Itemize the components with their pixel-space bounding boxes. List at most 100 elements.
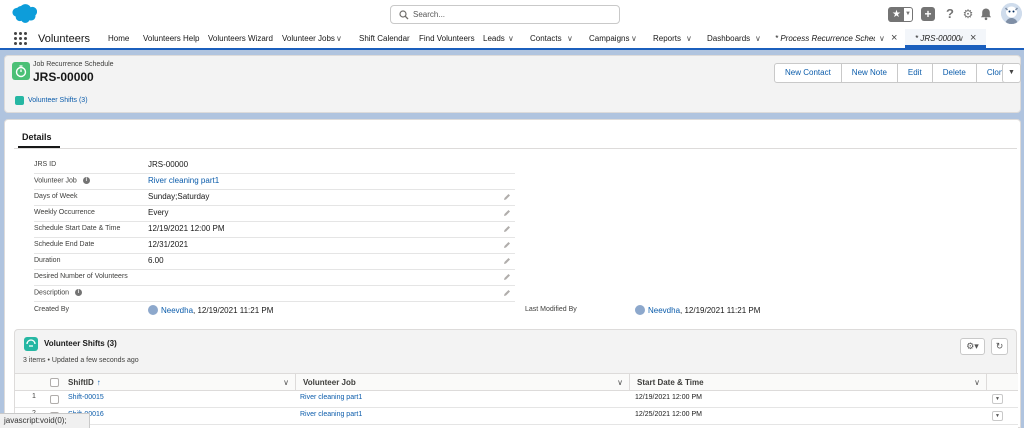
edit-pencil-icon[interactable] (503, 289, 511, 297)
shift-id-link[interactable]: Shift-00015 (68, 394, 104, 401)
chevron-down-icon[interactable]: ∨ (631, 29, 637, 48)
chevron-down-icon[interactable]: ∨ (617, 374, 623, 391)
column-label: Start Date & Time (637, 378, 704, 387)
more-actions-chevron-down-icon[interactable]: ▼ (1002, 63, 1021, 83)
volunteer-shift-icon (24, 337, 38, 351)
nav-item-campaigns[interactable]: Campaigns (589, 29, 629, 48)
refresh-icon[interactable]: ↻ (991, 338, 1008, 355)
related-list-title[interactable]: Volunteer Shifts (3) (44, 339, 117, 348)
field-jrs-id: JRS ID JRS-00000 (34, 158, 515, 174)
chevron-down-icon[interactable]: ∨ (686, 29, 692, 48)
field-value: Neevdha , 12/19/2021 11:21 PM (635, 305, 760, 315)
volunteer-shifts-link[interactable]: Volunteer Shifts (3) (28, 97, 88, 104)
edit-button[interactable]: Edit (896, 63, 933, 83)
chevron-down-icon[interactable]: ∨ (958, 29, 964, 48)
field-last-modified-by: Last Modified By Neevdha , 12/19/2021 11… (525, 303, 1006, 319)
field-label-text: Description (34, 289, 70, 297)
new-note-button[interactable]: New Note (840, 63, 898, 83)
user-avatar-icon (148, 305, 158, 315)
row-actions-chevron-down-icon[interactable]: ▼ (992, 394, 1003, 404)
edit-pencil-icon[interactable] (503, 241, 511, 249)
chevron-down-icon[interactable]: ∨ (508, 29, 514, 48)
modified-by-user-link[interactable]: Neevdha (648, 306, 680, 315)
close-icon[interactable]: × (891, 29, 897, 48)
table-row: 2 Shift-00016 River cleaning part1 12/25… (15, 408, 1018, 425)
volunteer-job-link[interactable]: River cleaning part1 (300, 411, 362, 418)
nav-item-volunteers-help[interactable]: Volunteers Help (143, 29, 199, 48)
volunteer-job-link[interactable]: River cleaning part1 (300, 394, 362, 401)
field-duration: Duration 6.00 (34, 254, 515, 270)
chevron-down-icon[interactable]: ∨ (336, 29, 342, 48)
chevron-down-icon[interactable]: ∨ (567, 29, 573, 48)
column-header-volunteer-job[interactable]: Volunteer Job ∨ (296, 374, 630, 391)
nav-item-volunteers-wizard[interactable]: Volunteers Wizard (208, 29, 273, 48)
user-avatar[interactable] (1001, 3, 1022, 24)
edit-pencil-icon[interactable] (503, 257, 511, 265)
close-icon[interactable]: × (970, 29, 976, 48)
volunteer-job-link[interactable]: River cleaning part1 (148, 176, 219, 185)
new-contact-button[interactable]: New Contact (774, 63, 842, 83)
gear-icon[interactable]: ⚙ (961, 7, 975, 21)
sort-arrow-up-icon[interactable]: ↑ (97, 378, 101, 387)
chevron-down-icon[interactable]: ∨ (755, 29, 761, 48)
info-icon[interactable]: i (75, 289, 83, 296)
chevron-down-icon[interactable]: ∨ (879, 29, 885, 48)
field-schedule-start: Schedule Start Date & Time 12/19/2021 12… (34, 222, 515, 238)
notification-bell-icon[interactable] (979, 7, 993, 21)
record-name: JRS-00000 (33, 70, 94, 84)
row-actions-chevron-down-icon[interactable]: ▼ (992, 411, 1003, 421)
row-number: 1 (32, 393, 36, 400)
column-header-shiftid[interactable]: ShiftID ↑ ∨ (61, 374, 296, 391)
field-value: 12/19/2021 12:00 PM (148, 224, 225, 233)
info-icon[interactable]: i (82, 177, 90, 184)
edit-pencil-icon[interactable] (503, 193, 511, 201)
edit-pencil-icon[interactable] (503, 225, 511, 233)
nav-item-find-volunteers[interactable]: Find Volunteers (419, 29, 475, 48)
row-checkbox[interactable] (50, 395, 59, 404)
field-days-of-week: Days of Week Sunday;Saturday (34, 190, 515, 206)
chevron-down-icon[interactable]: ▼ (904, 8, 912, 21)
nav-item-reports[interactable]: Reports (653, 29, 681, 48)
related-list-quick-link[interactable]: Volunteer Shifts (3) (15, 96, 88, 105)
salesforce-cloud-icon[interactable] (10, 4, 37, 24)
astro-avatar-icon (1001, 3, 1022, 24)
nav-item-leads[interactable]: Leads (483, 29, 505, 48)
field-label: Schedule End Date (34, 241, 95, 248)
global-search[interactable] (390, 5, 620, 24)
tab-jrs-00000-label[interactable]: * JRS-00000 (915, 29, 960, 48)
chevron-down-icon[interactable]: ∨ (974, 374, 980, 391)
created-by-date: , 12/19/2021 11:21 PM (193, 305, 274, 315)
search-input[interactable] (413, 7, 613, 22)
field-label: Volunteer Job i (34, 177, 90, 184)
related-list-subtitle: 3 items • Updated a few seconds ago (23, 357, 139, 364)
shifts-table: ShiftID ↑ ∨ Volunteer Job ∨ Start Date & … (15, 373, 1018, 428)
field-label: JRS ID (34, 161, 57, 168)
delete-button[interactable]: Delete (931, 63, 977, 83)
field-label: Days of Week (34, 193, 78, 200)
field-label: Description i (34, 289, 83, 297)
record-action-buttons: New Contact New Note Edit Delete Clone (774, 63, 1019, 83)
help-icon[interactable]: ? (943, 7, 957, 21)
divider (14, 148, 1017, 149)
favorite-star-icon[interactable]: ★ (889, 8, 904, 21)
field-label: Last Modified By (525, 306, 577, 313)
nav-item-home[interactable]: Home (108, 29, 129, 48)
tab-details[interactable]: Details (22, 132, 52, 142)
app-launcher-icon[interactable] (14, 32, 27, 45)
created-by-user-link[interactable]: Neevdha (161, 306, 193, 315)
edit-pencil-icon[interactable] (503, 273, 511, 281)
select-all-checkbox[interactable] (50, 378, 59, 387)
chevron-down-icon[interactable]: ∨ (283, 374, 289, 391)
nav-item-dashboards[interactable]: Dashboards (707, 29, 750, 48)
field-created-by: Created By Neevdha , 12/19/2021 11:21 PM (34, 303, 515, 319)
column-header-start-date[interactable]: Start Date & Time ∨ (630, 374, 987, 391)
nav-item-shift-calendar[interactable]: Shift Calendar (359, 29, 410, 48)
tab-process-recurrence[interactable]: * Process Recurrence Schedu... (775, 29, 875, 48)
field-value: Neevdha , 12/19/2021 11:21 PM (148, 305, 273, 315)
list-settings-gear-icon[interactable]: ⚙▾ (960, 338, 985, 355)
nav-item-contacts[interactable]: Contacts (530, 29, 562, 48)
add-icon[interactable]: + (921, 7, 935, 21)
table-row: 1 Shift-00015 River cleaning part1 12/19… (15, 391, 1018, 408)
edit-pencil-icon[interactable] (503, 209, 511, 217)
nav-item-volunteer-jobs[interactable]: Volunteer Jobs (282, 29, 335, 48)
